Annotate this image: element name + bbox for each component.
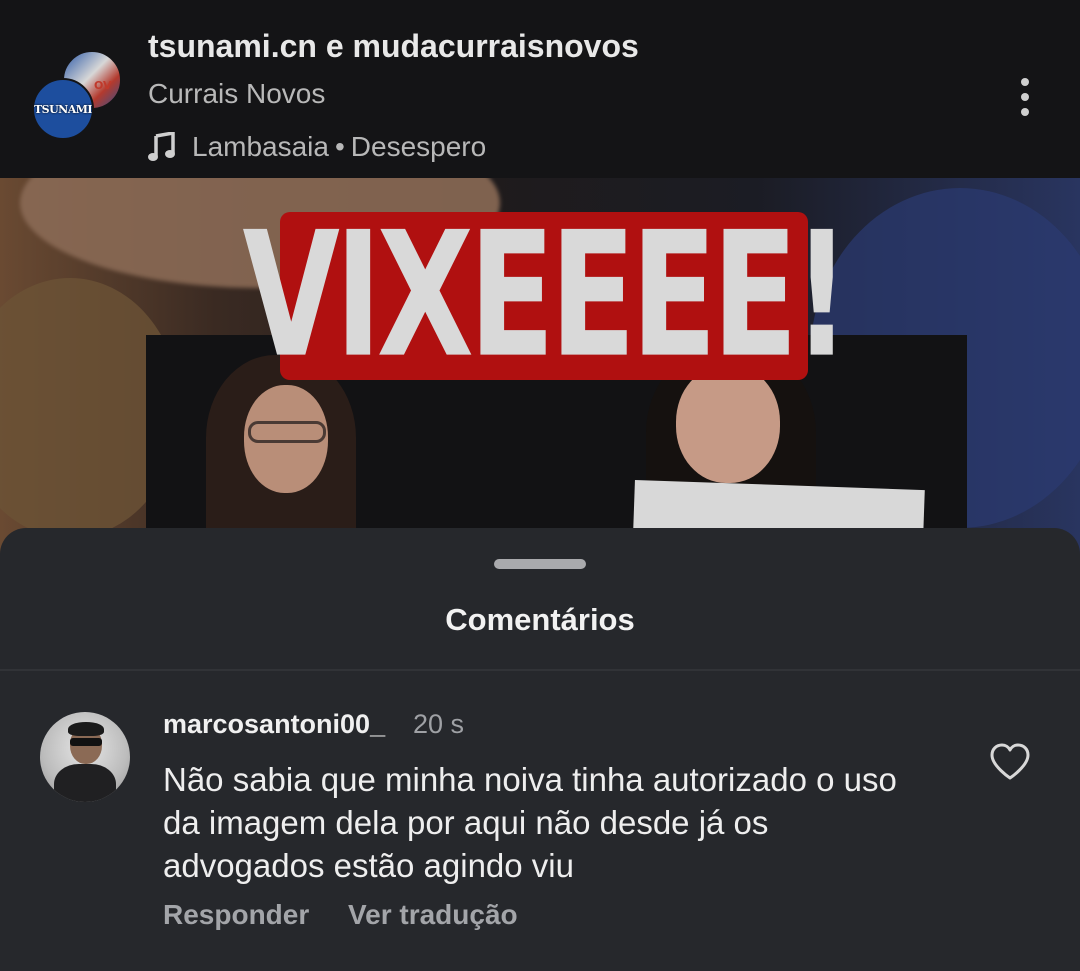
music-info[interactable]: Lambasaia • Desespero [148, 131, 486, 163]
avatar-body [54, 764, 116, 802]
video-overlay-text: VIXEEEE! [242, 195, 851, 397]
music-artist: Lambasaia [192, 131, 329, 162]
more-dot [1021, 108, 1029, 116]
comment-avatar[interactable] [40, 712, 130, 802]
video-player[interactable]: VIXEEEE! [0, 178, 1080, 558]
video-overlay-title: VIXEEEE! [243, 210, 851, 383]
music-note-icon [148, 132, 175, 161]
avatar-tsunami[interactable]: TSUNAMI [32, 78, 94, 140]
more-dot [1021, 93, 1029, 101]
more-dot [1021, 78, 1029, 86]
reply-button[interactable]: Responder [163, 899, 309, 931]
post-header: OV TSUNAMI tsunami.cn e mudacurraisnovos… [0, 0, 1080, 178]
account-names[interactable]: tsunami.cn e mudacurraisnovos [148, 28, 639, 65]
reel-screen: OV TSUNAMI tsunami.cn e mudacurraisnovos… [0, 0, 1080, 971]
music-track: Desespero [350, 131, 487, 162]
music-separator: • [334, 131, 345, 162]
comment-username[interactable]: marcosantoni00_ [163, 709, 385, 740]
avatar-back-text: OV [94, 79, 112, 92]
comment-timestamp: 20 s [413, 709, 465, 739]
comment-text: Não sabia que minha noiva tinha autoriza… [163, 761, 897, 884]
divider [0, 669, 1080, 671]
collab-avatars[interactable]: OV TSUNAMI [32, 50, 124, 142]
comments-title: Comentários [445, 602, 635, 637]
avatar-hair [68, 722, 104, 736]
more-options-icon[interactable] [1008, 74, 1042, 120]
comments-sheet: Comentários marcosantoni00_ 20 s Não sab… [0, 528, 1080, 971]
see-translation-button[interactable]: Ver tradução [348, 899, 518, 931]
sheet-drag-handle[interactable] [494, 559, 586, 569]
heart-outline-icon[interactable] [988, 742, 1032, 782]
avatar-sunglasses [70, 738, 102, 746]
glasses [248, 421, 326, 443]
avatar-front-text: TSUNAMI [33, 102, 93, 116]
location-label[interactable]: Currais Novos [148, 78, 325, 110]
